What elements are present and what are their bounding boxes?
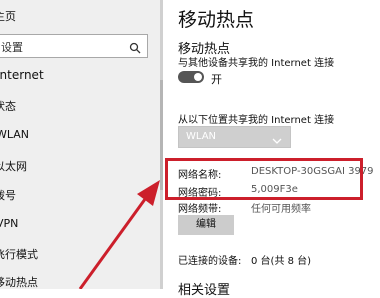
sidebar-item-wlan[interactable]: WLAN: [0, 128, 29, 141]
edit-button[interactable]: 编辑: [178, 215, 234, 235]
share-from-dropdown[interactable]: WLAN: [178, 126, 291, 148]
search-input[interactable]: 设置: [0, 34, 148, 58]
toggle-state-label: 开: [211, 73, 222, 86]
connected-devices-label: 已连接的设备:: [178, 256, 242, 267]
network-band-label: 网络频带:: [178, 204, 222, 215]
sidebar-item-dialup[interactable]: 拨号: [0, 187, 16, 203]
main-content: 移动热点 移动热点 与其他设备共享我的 Internet 连接 开 从以下位置共…: [163, 0, 380, 298]
sidebar-item-ethernet[interactable]: 以太网: [0, 158, 27, 174]
network-band-value: 任何可用频率: [251, 204, 311, 215]
section-description: 与其他设备共享我的 Internet 连接: [178, 58, 335, 69]
settings-sidebar: 主页 设置 Internet 状态 WLAN 以太网 拨号 VPN 飞行模式 移…: [0, 0, 160, 289]
highlight-box: [165, 158, 363, 200]
toggle-knob: [194, 73, 202, 81]
share-from-label: 从以下位置共享我的 Internet 连接: [178, 115, 335, 126]
chevron-down-icon: [272, 131, 282, 150]
sidebar-item-home[interactable]: 主页: [0, 8, 16, 24]
connected-devices-value: 0 台(共 8 台): [251, 256, 312, 267]
sidebar-section-network: Internet: [0, 68, 44, 82]
search-icon: [129, 39, 141, 58]
sidebar-item-mobile-hotspot[interactable]: 移动热点: [0, 274, 38, 290]
hotspot-toggle[interactable]: [178, 71, 204, 83]
page-title: 移动热点: [178, 9, 255, 31]
sidebar-item-status[interactable]: 状态: [0, 98, 16, 114]
sidebar-item-airplane-mode[interactable]: 飞行模式: [0, 246, 38, 262]
sidebar-item-vpn[interactable]: VPN: [0, 217, 18, 230]
